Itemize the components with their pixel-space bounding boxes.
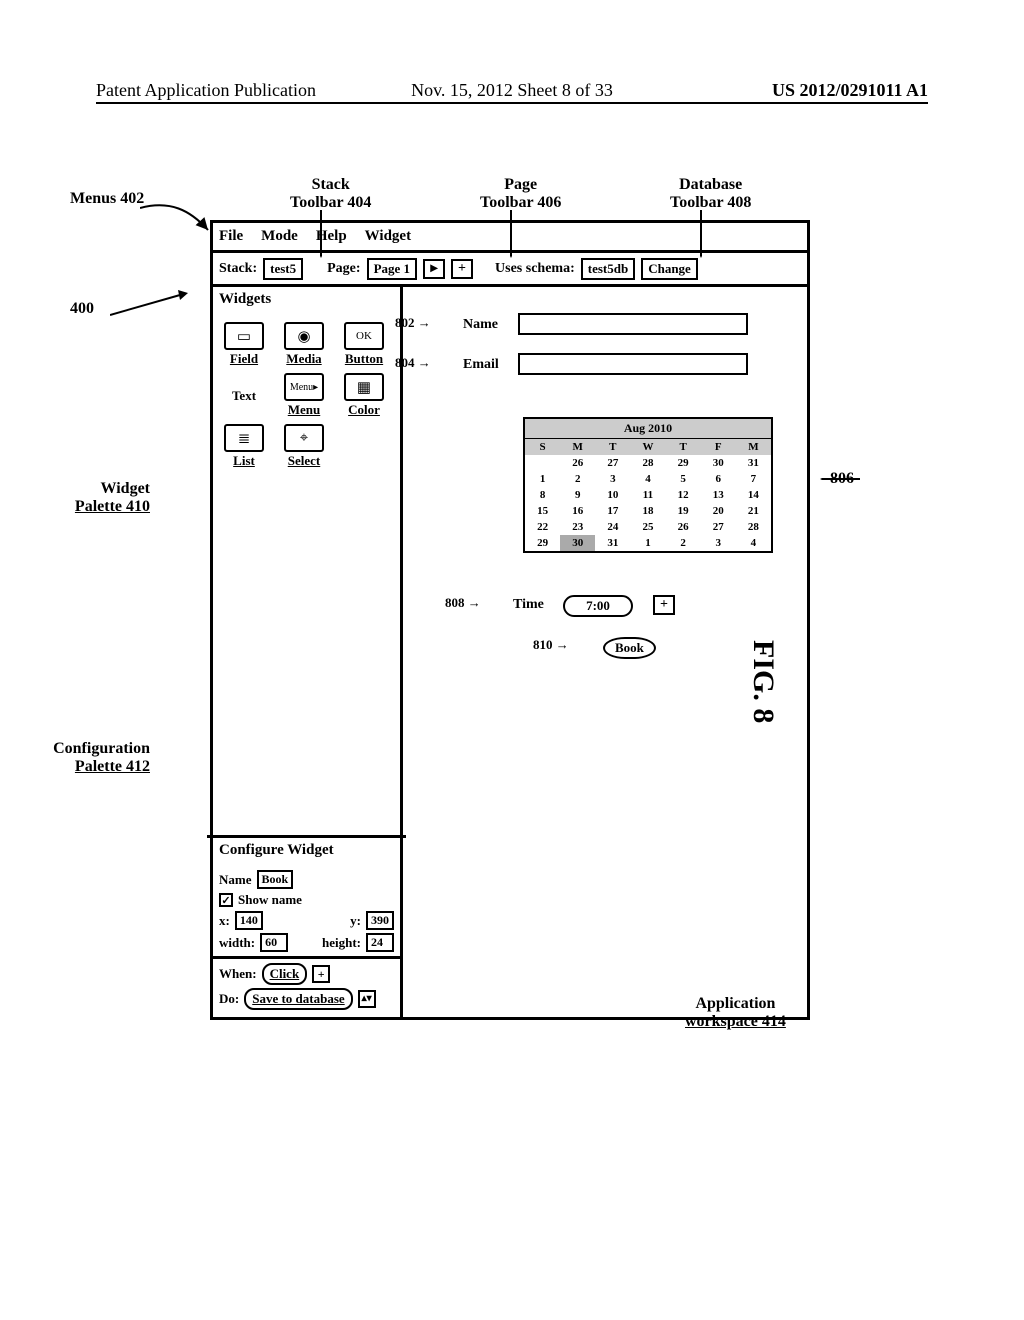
header-right: US 2012/0291011 A1 [772,80,928,101]
callout-ref810: 810 → [533,637,569,653]
menu-mode[interactable]: Mode [261,228,298,245]
palette-button[interactable]: OKButton [339,322,389,367]
palette-field[interactable]: ▭Field [219,322,269,367]
callout-ref802: 802 → [395,315,431,331]
config-when-label: When: [219,966,257,982]
menu-widget[interactable]: Widget [365,228,411,245]
app-window: File Mode Help Widget Stack: test5 Page:… [210,220,810,1020]
ws-email-label: Email [463,357,499,373]
config-x-label: x: [219,913,230,929]
toolbar-row: Stack: test5 Page: Page 1 ▸ + Uses schem… [213,253,807,287]
ws-time-add-icon[interactable]: + [653,595,675,615]
page-next-icon[interactable]: ▸ [423,259,445,279]
palette-menu[interactable]: Menu▸Menu [279,373,329,418]
palette-text: Text [219,373,269,418]
schema-value[interactable]: test5db [581,258,635,280]
page-add-button[interactable]: + [451,259,473,279]
config-showname-checkbox[interactable]: ✓ [219,893,233,907]
palette-list[interactable]: ≣List [219,424,269,469]
stack-label: Stack: [219,261,257,277]
config-palette: Name Book ✓ Show name x: 140 y: 390 width:… [213,863,400,1017]
config-x-value[interactable]: 140 [235,911,263,930]
menu-bar: File Mode Help Widget [213,223,807,253]
ws-name-field[interactable] [518,313,748,335]
config-do-label: Do: [219,991,239,1007]
change-button[interactable]: Change [641,258,698,280]
config-when-value[interactable]: Click [262,963,308,985]
config-h-value[interactable]: 24 [366,933,394,952]
config-name-label: Name [219,872,252,888]
calendar-month: Aug 2010 [525,419,771,439]
callout-db-toolbar: DatabaseToolbar 408 [670,176,751,212]
callout-stack-toolbar: StackToolbar 404 [290,176,371,212]
callout-ref808: 808 → [445,595,481,611]
ws-email-field[interactable] [518,353,748,375]
config-name-value[interactable]: Book [257,870,294,889]
config-showname-label: Show name [238,892,302,908]
callout-widget-palette: WidgetPalette 410 [60,480,150,516]
config-h-label: height: [322,935,361,951]
config-y-label: y: [350,913,361,929]
callout-menus: Menus 402 [70,190,144,208]
menu-file[interactable]: File [219,228,243,245]
ws-calendar[interactable]: Aug 2010 SMTWTFM 262728293031 1234567 89… [523,417,773,553]
widget-palette: ▭Field ◉Media OKButton Text Menu▸Menu ▦C… [213,312,400,835]
config-do-value[interactable]: Save to database [244,988,352,1010]
config-title: Configure Widget [213,838,400,863]
config-do-updown-icon[interactable]: ▴▾ [358,990,376,1008]
palette-color[interactable]: ▦Color [339,373,389,418]
stack-value[interactable]: test5 [263,258,303,280]
page-label: Page: [327,261,360,277]
ws-time-label: Time [513,597,544,613]
palette-media[interactable]: ◉Media [279,322,329,367]
menu-help[interactable]: Help [316,228,347,245]
callout-ref804: 804 → [395,355,431,371]
config-y-value[interactable]: 390 [366,911,394,930]
header-rule [96,102,928,104]
widgets-title: Widgets [213,287,400,312]
page-value[interactable]: Page 1 [367,258,417,280]
ws-name-label: Name [463,317,498,333]
callout-page-toolbar: PageToolbar 406 [480,176,561,212]
calendar-dow-row: SMTWTFM [525,439,771,455]
config-when-add-icon[interactable]: + [312,965,330,983]
config-w-value[interactable]: 60 [260,933,288,952]
figure-caption: FIG. 8 [746,640,780,723]
schema-label: Uses schema: [495,261,575,277]
ws-book-button[interactable]: Book [603,637,656,659]
config-w-label: width: [219,935,255,951]
palette-select[interactable]: ⌖Select [279,424,329,469]
callout-ref400: 400 [70,300,94,318]
left-panel: Widgets ▭Field ◉Media OKButton Text Menu… [213,287,403,1017]
callout-config-palette: ConfigurationPalette 412 [30,740,150,776]
ws-time-value[interactable]: 7:00 [563,595,633,617]
